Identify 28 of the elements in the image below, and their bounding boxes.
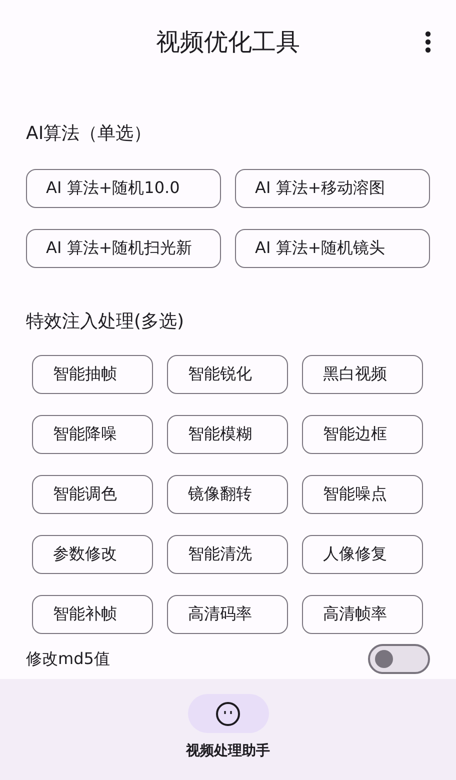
effect-option[interactable]: 智能噪点 bbox=[302, 475, 423, 514]
section-title: 特效注入处理(多选) bbox=[26, 310, 186, 333]
effect-option[interactable]: 智能降噪 bbox=[32, 415, 153, 454]
effect-option[interactable]: 高清码率 bbox=[167, 595, 288, 634]
app-title: 视频优化工具 bbox=[156, 27, 300, 58]
effect-option[interactable]: 智能抽帧 bbox=[32, 355, 153, 394]
effect-option[interactable]: 参数修改 bbox=[32, 535, 153, 574]
effect-option[interactable]: 智能调色 bbox=[32, 475, 153, 514]
algorithm-option[interactable]: AI 算法+移动溶图 bbox=[235, 169, 430, 208]
nav-indicator[interactable] bbox=[188, 694, 268, 733]
md5-switch[interactable] bbox=[368, 644, 430, 674]
effect-option[interactable]: 黑白视频 bbox=[302, 355, 423, 394]
effect-option[interactable]: 镜像翻转 bbox=[167, 475, 288, 514]
more-icon[interactable] bbox=[425, 31, 431, 53]
section-title: AI算法（单选） bbox=[26, 122, 153, 145]
algorithm-option[interactable]: AI 算法+随机扫光新 bbox=[26, 229, 221, 268]
effect-option[interactable]: 智能边框 bbox=[302, 415, 423, 454]
effect-option[interactable]: 智能清洗 bbox=[167, 535, 288, 574]
nav-label[interactable]: 视频处理助手 bbox=[186, 742, 270, 760]
effect-option[interactable]: 智能锐化 bbox=[167, 355, 288, 394]
md5-label: 修改md5值 bbox=[26, 648, 110, 670]
effect-option[interactable]: 高清帧率 bbox=[302, 595, 423, 634]
algorithm-option[interactable]: AI 算法+随机镜头 bbox=[235, 229, 430, 268]
effect-option[interactable]: 人像修复 bbox=[302, 535, 423, 574]
algorithm-option[interactable]: AI 算法+随机10.0 bbox=[26, 169, 221, 208]
effect-option[interactable]: 智能模糊 bbox=[167, 415, 288, 454]
face-icon bbox=[215, 700, 241, 726]
effect-option[interactable]: 智能补帧 bbox=[32, 595, 153, 634]
